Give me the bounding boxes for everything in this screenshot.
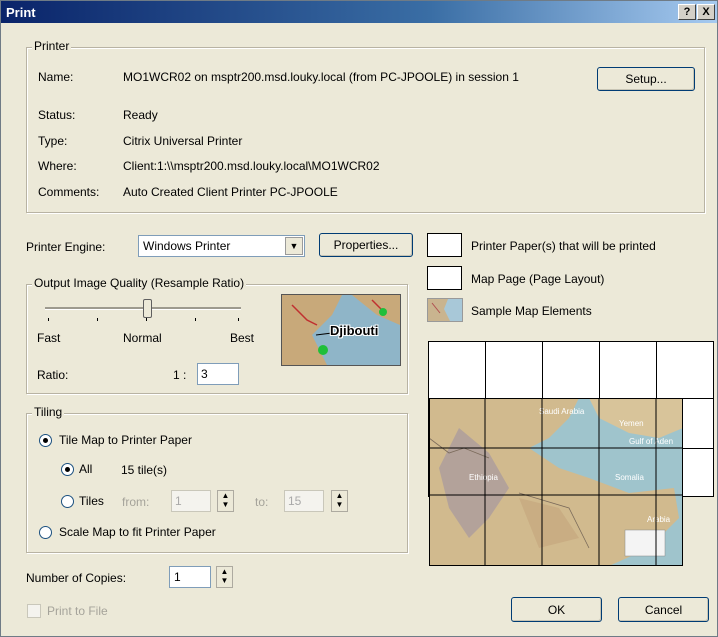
where-label: Where: — [38, 159, 77, 173]
from-label: from: — [122, 495, 150, 509]
tiles-label: Tiles — [79, 494, 104, 508]
name-label: Name: — [38, 70, 74, 84]
map-label-ethiopia: Ethiopia — [469, 473, 498, 482]
map-thumbnail-icon — [428, 299, 462, 321]
map-label-somalia: Somalia — [615, 473, 644, 482]
ratio-value: 3 — [201, 367, 208, 381]
all-tiles-radio[interactable] — [61, 463, 74, 476]
paper-tile — [656, 341, 714, 400]
tile-map-label: Tile Map to Printer Paper — [59, 433, 192, 447]
slider-tick — [146, 318, 147, 321]
comments-label: Comments: — [38, 185, 100, 199]
map-label-gulf: Gulf of Aden — [629, 437, 673, 446]
paper-tile — [542, 341, 601, 400]
best-label: Best — [230, 331, 255, 345]
paper-tile — [485, 341, 544, 400]
copies-label: Number of Copies: — [26, 571, 127, 585]
normal-label: Normal — [123, 331, 162, 345]
engine-select[interactable]: Windows Printer ▼ — [138, 235, 305, 257]
tiling-group-label: Tiling — [32, 405, 65, 419]
slider-tick — [238, 318, 239, 321]
paper-tile — [428, 341, 487, 400]
to-label: to: — [255, 495, 269, 509]
scale-map-label: Scale Map to fit Printer Paper — [59, 525, 216, 539]
tiling-preview: Saudi Arabia Gulf of Aden Somalia Ethiop… — [428, 341, 714, 566]
preview-map-image: Saudi Arabia Gulf of Aden Somalia Ethiop… — [429, 398, 683, 566]
printer-paper-swatch — [427, 233, 462, 257]
status-label: Status: — [38, 108, 76, 122]
map-page-swatch — [427, 266, 462, 290]
name-value: MO1WCR02 on msptr200.msd.louky.local (fr… — [123, 70, 519, 84]
copies-spinner[interactable]: ▲ ▼ — [216, 566, 233, 588]
quality-group-label: Output Image Quality (Resample Ratio) — [32, 276, 247, 290]
ok-button[interactable]: OK — [511, 597, 602, 622]
to-value: 15 — [288, 494, 302, 508]
printer-paper-legend: Printer Paper(s) that will be printed — [471, 239, 656, 253]
window-title: Print — [6, 5, 36, 20]
close-button[interactable]: X — [697, 4, 715, 20]
printer-group-label: Printer — [32, 39, 72, 53]
ratio-input[interactable]: 3 — [197, 363, 239, 385]
comments-value: Auto Created Client Printer PC-JPOOLE — [123, 185, 338, 199]
from-value: 1 — [175, 494, 182, 508]
tile-count: 15 tile(s) — [121, 463, 168, 477]
slider-tick — [48, 318, 49, 321]
where-value: Client:1:\\msptr200.msd.louky.local\MO1W… — [123, 159, 380, 173]
copies-value: 1 — [174, 570, 181, 584]
tile-map-radio[interactable] — [39, 434, 52, 447]
scale-map-radio[interactable] — [39, 526, 52, 539]
cancel-button[interactable]: Cancel — [618, 597, 709, 622]
status-value: Ready — [123, 108, 158, 122]
map-label-yemen: Yemen — [619, 419, 644, 428]
sample-elements-legend: Sample Map Elements — [471, 304, 592, 318]
map-label-arabia: Arabia — [647, 515, 671, 524]
type-value: Citrix Universal Printer — [123, 134, 243, 148]
all-label: All — [79, 462, 93, 476]
to-spinner[interactable]: ▲ ▼ — [331, 490, 348, 512]
from-spinner[interactable]: ▲ ▼ — [217, 490, 234, 512]
copies-input[interactable]: 1 — [169, 566, 211, 588]
print-to-file-checkbox[interactable] — [27, 604, 41, 618]
map-label-saudi: Saudi Arabia — [539, 407, 585, 416]
quality-slider-thumb[interactable] — [143, 299, 152, 318]
map-page-legend: Map Page (Page Layout) — [471, 272, 605, 286]
slider-tick — [195, 318, 196, 321]
setup-button[interactable]: Setup... — [597, 67, 695, 91]
print-to-file-label: Print to File — [47, 604, 108, 618]
type-label: Type: — [38, 134, 68, 148]
paper-tile — [599, 341, 658, 400]
ratio-label: Ratio: — [37, 368, 69, 382]
sample-map-swatch — [427, 298, 463, 322]
engine-select-value: Windows Printer — [143, 239, 231, 253]
fast-label: Fast — [37, 331, 61, 345]
from-input[interactable]: 1 — [171, 490, 211, 512]
slider-tick — [97, 318, 98, 321]
sample-preview: Djibouti — [281, 294, 401, 366]
chevron-down-icon[interactable]: ▼ — [285, 237, 303, 255]
sample-place-label: Djibouti — [330, 323, 379, 338]
ratio-prefix: 1 : — [173, 368, 187, 382]
tiles-radio[interactable] — [61, 495, 74, 508]
print-dialog: Print ? X Printer Name: MO1WCR02 on mspt… — [0, 0, 718, 637]
properties-button[interactable]: Properties... — [319, 233, 413, 257]
help-button[interactable]: ? — [678, 4, 696, 20]
title-bar[interactable]: Print ? X — [1, 1, 717, 23]
to-input[interactable]: 15 — [284, 490, 324, 512]
engine-label: Printer Engine: — [26, 240, 106, 254]
